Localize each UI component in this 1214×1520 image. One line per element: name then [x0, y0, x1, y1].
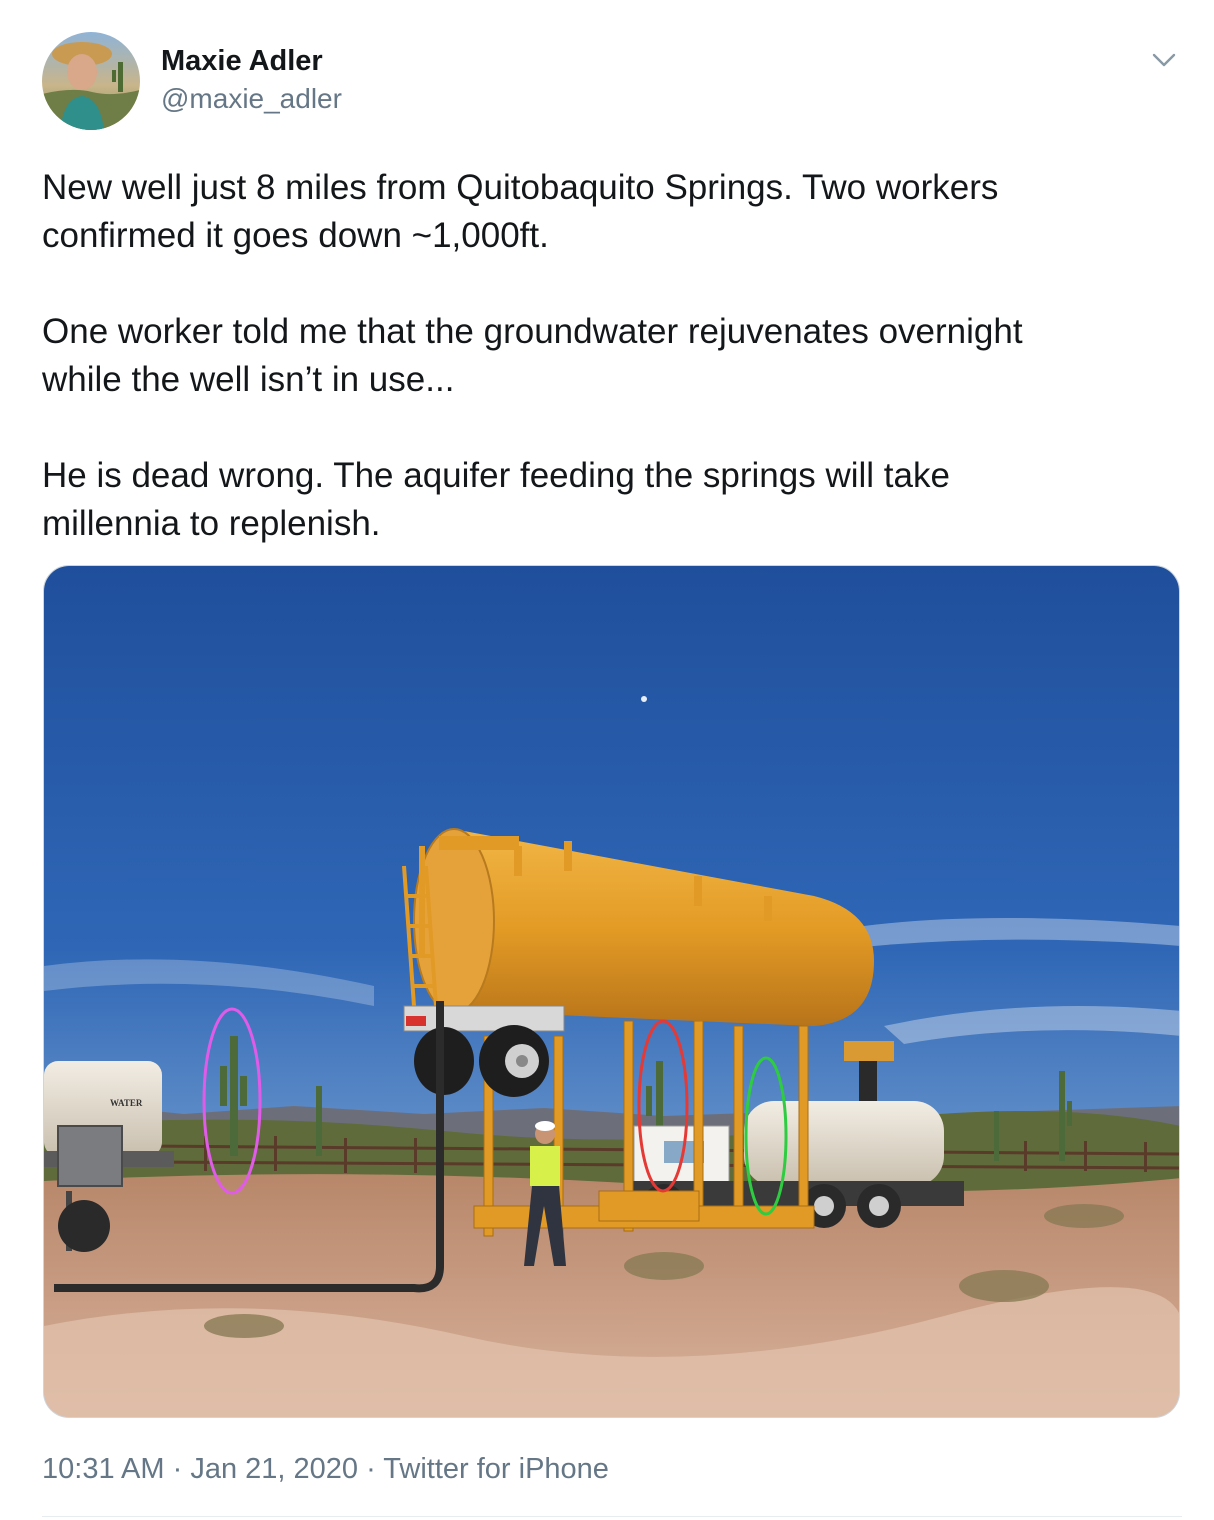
tweet-text: New well just 8 miles from Quitobaquito … — [42, 164, 1172, 548]
author-name[interactable]: Maxie Adler — [161, 44, 323, 78]
tweet-text-line: One worker told me that the groundwater … — [42, 312, 1023, 351]
tweet-paragraph: He is dead wrong. The aquifer feeding th… — [42, 452, 1172, 548]
tweet-paragraph: One worker told me that the groundwater … — [42, 308, 1172, 404]
tweet-source-link[interactable]: Twitter for iPhone — [383, 1453, 609, 1485]
author-handle[interactable]: @maxie_adler — [161, 82, 342, 116]
tweet-time[interactable]: 10:31 AM — [42, 1453, 165, 1485]
water-truck-label: WATER — [110, 1098, 143, 1108]
chevron-down-icon — [1152, 53, 1176, 67]
divider — [42, 1516, 1182, 1517]
tweet-date[interactable]: Jan 21, 2020 — [190, 1453, 358, 1485]
tweet-meta: 10:31 AM · Jan 21, 2020 · Twitter for iP… — [42, 1451, 609, 1487]
tweet-paragraph: New well just 8 miles from Quitobaquito … — [42, 164, 1172, 260]
tweet-photo[interactable]: WATER — [43, 565, 1180, 1418]
tweet-text-line: millennia to replenish. — [42, 504, 381, 543]
tweet-text-line: while the well isn’t in use... — [42, 360, 455, 399]
avatar[interactable] — [42, 32, 140, 130]
tweet-text-line: He is dead wrong. The aquifer feeding th… — [42, 456, 950, 495]
tweet-text-line: confirmed it goes down ~1,000ft. — [42, 216, 549, 255]
meta-separator: · — [358, 1453, 384, 1485]
tweet-menu-button[interactable] — [1146, 42, 1182, 78]
tweet-text-line: New well just 8 miles from Quitobaquito … — [42, 168, 999, 207]
avatar-image — [42, 32, 140, 130]
well-site-photo: WATER — [44, 566, 1179, 1417]
meta-separator: · — [164, 1453, 191, 1485]
